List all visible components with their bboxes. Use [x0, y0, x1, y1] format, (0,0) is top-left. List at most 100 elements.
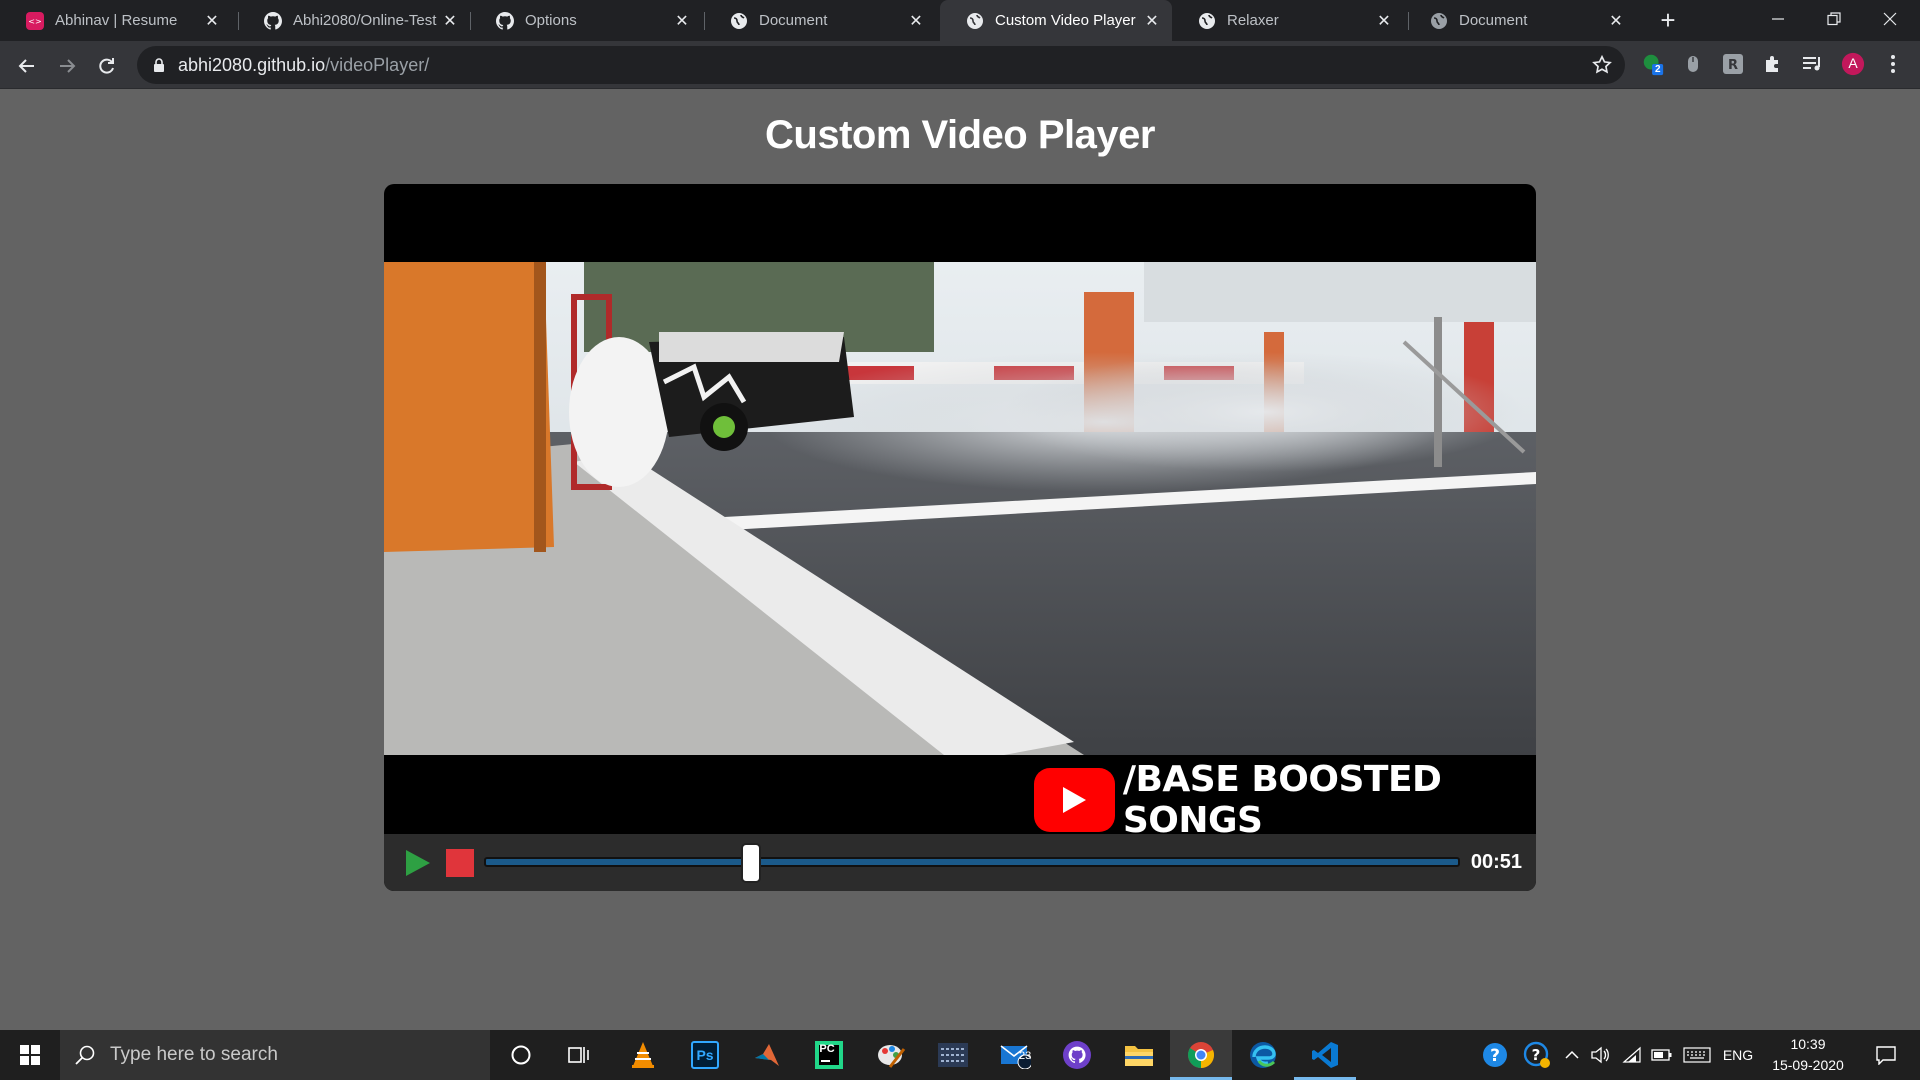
extension-green-icon[interactable]: 2 — [1641, 52, 1665, 76]
restore-button[interactable] — [1806, 0, 1862, 38]
page-title: Custom Video Player — [765, 113, 1155, 157]
start-button[interactable] — [0, 1030, 60, 1080]
player-controls: 00:51 — [384, 834, 1536, 891]
wifi-icon[interactable] — [1618, 1030, 1646, 1080]
chevron-up-icon[interactable] — [1560, 1030, 1584, 1080]
mail-badge: 23 — [1019, 1050, 1032, 1062]
paint-icon[interactable] — [860, 1030, 922, 1080]
svg-text:R: R — [1728, 58, 1738, 73]
battery-icon[interactable] — [1648, 1030, 1676, 1080]
github-icon — [263, 11, 283, 31]
tab-custom-video-player[interactable]: Custom Video Player ✕ — [940, 0, 1172, 41]
vlc-icon[interactable] — [612, 1030, 674, 1080]
play-button[interactable] — [402, 848, 432, 878]
tab-document-2[interactable]: Document ✕ — [1404, 0, 1636, 41]
tab-online-test[interactable]: Abhi2080/Online-Test ✕ — [238, 0, 470, 41]
forward-button[interactable] — [51, 50, 83, 82]
pycharm-icon[interactable]: PC — [798, 1030, 860, 1080]
globe-icon — [1197, 11, 1217, 31]
extension-r-icon[interactable]: R — [1721, 52, 1745, 76]
media-app-icon[interactable] — [922, 1030, 984, 1080]
tab-options[interactable]: Options ✕ — [470, 0, 702, 41]
globe-icon — [1429, 11, 1449, 31]
new-tab-button[interactable]: + — [1654, 5, 1682, 35]
bookmark-star-icon[interactable] — [1591, 54, 1613, 81]
chrome-icon[interactable] — [1170, 1030, 1232, 1080]
photoshop-icon[interactable]: Ps — [674, 1030, 736, 1080]
close-icon[interactable]: ✕ — [670, 9, 694, 33]
volume-icon[interactable] — [1586, 1030, 1614, 1080]
address-bar[interactable]: abhi2080.github.io/videoPlayer/ — [137, 46, 1625, 84]
reload-icon — [99, 58, 114, 74]
media-queue-icon[interactable] — [1801, 52, 1825, 76]
search-placeholder: Type here to search — [110, 1044, 278, 1065]
minimize-button[interactable] — [1750, 0, 1806, 38]
extension-mouse-icon[interactable] — [1681, 52, 1705, 76]
svg-text:?: ? — [1490, 1046, 1500, 1066]
svg-text:?: ? — [1532, 1046, 1541, 1064]
pycharm-label: PC — [819, 1043, 835, 1055]
taskbar-clock[interactable]: 10:39 15-09-2020 — [1760, 1034, 1856, 1076]
tab-strip: <> Abhinav | Resume ✕ Abhi2080/Online-Te… — [0, 0, 1920, 41]
tab-relaxer[interactable]: Relaxer ✕ — [1172, 0, 1404, 41]
windows-icon — [20, 1045, 40, 1065]
svg-text:<>: <> — [28, 17, 41, 26]
taskbar-search[interactable]: Type here to search — [60, 1030, 490, 1080]
url-path: /videoPlayer/ — [325, 54, 430, 75]
video-scene-image — [384, 262, 1536, 755]
tab-title: Options — [525, 12, 577, 29]
play-icon — [406, 850, 430, 876]
tab-title: Abhinav | Resume — [55, 12, 178, 29]
close-window-button[interactable] — [1862, 0, 1918, 38]
help-icon[interactable]: ? — [1478, 1030, 1512, 1080]
page-content: Custom Video Player /BASE BOOSTED SONGS … — [0, 89, 1920, 1030]
tab-title: Custom Video Player — [995, 12, 1136, 29]
tab-document[interactable]: Document ✕ — [704, 0, 936, 41]
notification-icon[interactable] — [1862, 1030, 1910, 1080]
menu-dots-icon[interactable] — [1881, 52, 1905, 76]
search-icon — [75, 1045, 95, 1065]
watermark-text: /BASE BOOSTED SONGS — [1122, 759, 1442, 841]
task-view-icon[interactable] — [548, 1030, 610, 1080]
profile-avatar[interactable]: A — [1841, 52, 1865, 76]
close-icon[interactable]: ✕ — [1372, 9, 1396, 33]
lock-icon — [151, 57, 167, 73]
video-player: /BASE BOOSTED SONGS 00:51 — [384, 184, 1536, 891]
clock-time: 10:39 — [1790, 1036, 1826, 1052]
tab-title: Abhi2080/Online-Test — [293, 12, 437, 29]
tab-title: Document — [759, 12, 828, 29]
minimize-icon — [1772, 18, 1784, 20]
cortana-icon[interactable] — [490, 1030, 552, 1080]
url-text: abhi2080.github.io/videoPlayer/ — [178, 55, 429, 76]
arrow-right-icon — [60, 59, 76, 73]
progress-thumb[interactable] — [741, 843, 761, 883]
file-explorer-icon[interactable] — [1108, 1030, 1170, 1080]
close-icon[interactable]: ✕ — [438, 9, 462, 33]
stop-button[interactable] — [446, 849, 474, 877]
language-indicator[interactable]: ENG — [1718, 1030, 1758, 1080]
tab-resume[interactable]: <> Abhinav | Resume ✕ — [0, 0, 232, 41]
mail-icon[interactable]: 23 — [984, 1030, 1046, 1080]
close-icon — [1883, 12, 1897, 26]
close-icon[interactable]: ✕ — [200, 9, 224, 33]
tab-title: Relaxer — [1227, 12, 1279, 29]
progress-bar[interactable] — [484, 843, 1460, 883]
tab-title: Document — [1459, 12, 1528, 29]
matlab-icon[interactable] — [736, 1030, 798, 1080]
browser-toolbar: abhi2080.github.io/videoPlayer/ 2 R A — [0, 41, 1920, 89]
close-icon[interactable]: ✕ — [904, 9, 928, 33]
puzzle-icon[interactable] — [1761, 52, 1785, 76]
resume-favicon: <> — [25, 11, 45, 31]
help-badge-icon[interactable]: ? — [1520, 1030, 1554, 1080]
clock-date: 15-09-2020 — [1772, 1057, 1844, 1073]
edge-icon[interactable] — [1232, 1030, 1294, 1080]
close-icon[interactable]: ✕ — [1140, 9, 1164, 33]
video-frame[interactable] — [384, 262, 1536, 755]
github-desktop-icon[interactable] — [1046, 1030, 1108, 1080]
vscode-icon[interactable] — [1294, 1030, 1356, 1080]
reload-button[interactable] — [91, 50, 123, 82]
keyboard-icon[interactable] — [1680, 1030, 1714, 1080]
close-icon[interactable]: ✕ — [1604, 9, 1628, 33]
current-time: 00:51 — [1470, 851, 1522, 873]
back-button[interactable] — [11, 50, 43, 82]
